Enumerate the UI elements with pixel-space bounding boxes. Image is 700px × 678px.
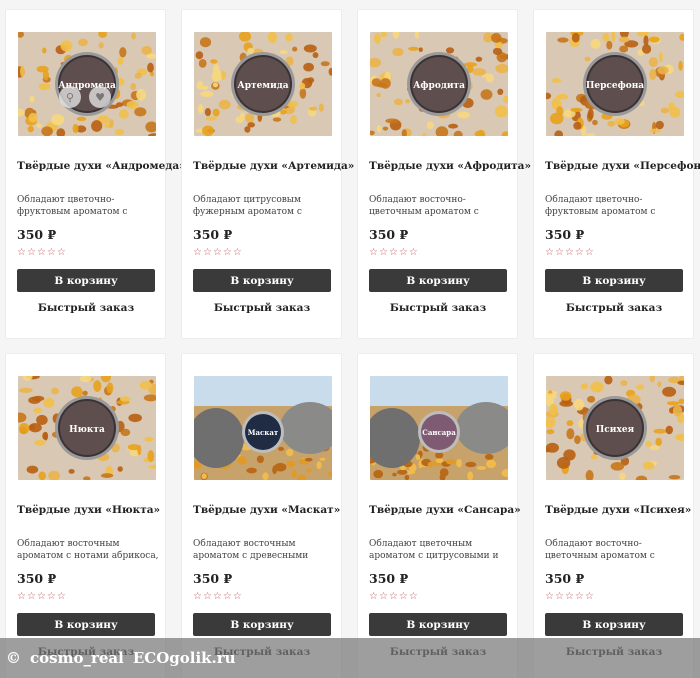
- add-to-cart-button[interactable]: В корзину: [17, 613, 155, 636]
- add-to-cart-button[interactable]: В корзину: [17, 269, 155, 292]
- product-card: Сансара Твёрдые духи «Сансара» Обладают …: [357, 353, 521, 678]
- product-grid: Андромеда ⚲ ♥ Твёрдые духи «Андромеда» О…: [5, 9, 700, 678]
- svg-text:Нюкта: Нюкта: [69, 425, 105, 435]
- product-description: Обладают цитрусовым фужерным ароматом с …: [193, 195, 302, 217]
- product-photo: Андромеда: [18, 32, 156, 136]
- quick-order-link[interactable]: Быстрый заказ: [17, 302, 155, 314]
- product-photo: Маскат: [194, 376, 332, 480]
- product-image[interactable]: Маскат: [194, 376, 332, 480]
- product-image[interactable]: Артемида: [194, 32, 332, 136]
- rating-stars: ☆☆☆☆☆: [17, 591, 67, 602]
- product-title[interactable]: Твёрдые духи «Афродита»: [369, 160, 531, 173]
- product-description: Обладают цветочным ароматом с цитрусовым…: [369, 539, 499, 561]
- product-title[interactable]: Твёрдые духи «Артемида»: [193, 160, 354, 173]
- rating-stars: ☆☆☆☆☆: [369, 591, 419, 602]
- quick-order-link[interactable]: Быстрый заказ: [369, 302, 507, 314]
- product-image[interactable]: Сансара: [370, 376, 508, 480]
- quick-order-link[interactable]: Быстрый заказ: [193, 302, 331, 314]
- product-photo: Афродита: [370, 32, 508, 136]
- product-price: 350 ₽: [17, 227, 57, 242]
- product-image[interactable]: Нюкта: [18, 376, 156, 480]
- product-image[interactable]: Афродита: [370, 32, 508, 136]
- product-card: Афродита Твёрдые духи «Афродита» Обладаю…: [357, 9, 531, 339]
- product-photo: Сансара: [370, 376, 508, 480]
- product-description: Обладают восточно-цветочным ароматом с: [369, 195, 479, 217]
- add-to-cart-button[interactable]: В корзину: [545, 269, 683, 292]
- product-price: 350 ₽: [369, 227, 409, 242]
- rating-stars: ☆☆☆☆☆: [193, 247, 243, 258]
- svg-text:Артемида: Артемида: [237, 81, 288, 91]
- product-description: Обладают восточно-цветочным ароматом с: [545, 539, 655, 561]
- rating-stars: ☆☆☆☆☆: [369, 247, 419, 258]
- product-photo: Психея: [546, 376, 684, 480]
- product-description: Обладают восточным ароматом с нотами абр…: [17, 539, 159, 561]
- product-price: 350 ₽: [193, 571, 233, 586]
- product-price: 350 ₽: [369, 571, 409, 586]
- watermark-site: ECOgolik.ru: [132, 649, 236, 667]
- svg-text:Персефона: Персефона: [586, 81, 644, 91]
- product-photo: Артемида: [194, 32, 332, 136]
- product-image[interactable]: Персефона: [546, 32, 684, 136]
- add-to-cart-button[interactable]: В корзину: [369, 613, 507, 636]
- svg-text:Маскат: Маскат: [248, 428, 279, 437]
- product-title[interactable]: Твёрдые духи «Нюкта»: [17, 504, 162, 517]
- product-description: Обладают цветочно-фруктовым ароматом с: [545, 195, 656, 217]
- rating-stars: ☆☆☆☆☆: [17, 247, 67, 258]
- product-title[interactable]: Твёрдые духи «Психея»: [545, 504, 691, 517]
- svg-text:Психея: Психея: [596, 425, 635, 435]
- product-card: Андромеда ⚲ ♥ Твёрдые духи «Андромеда» О…: [5, 9, 186, 339]
- add-to-cart-button[interactable]: В корзину: [193, 269, 331, 292]
- rating-stars: ☆☆☆☆☆: [193, 591, 243, 602]
- rating-stars: ☆☆☆☆☆: [545, 247, 595, 258]
- product-card: Маскат Твёрдые духи «Маскат» Обладают во…: [181, 353, 342, 678]
- product-card: Персефона Твёрдые духи «Персефона» Облад…: [533, 9, 700, 339]
- add-to-cart-button[interactable]: В корзину: [545, 613, 683, 636]
- product-photo: Нюкта: [18, 376, 156, 480]
- product-description: Обладают цветочно-фруктовым ароматом с: [17, 195, 128, 217]
- product-photo: Персефона: [546, 32, 684, 136]
- product-description: Обладают восточным ароматом с древесными: [193, 539, 309, 561]
- product-price: 350 ₽: [545, 227, 585, 242]
- product-card: Психея Твёрдые духи «Психея» Обладают во…: [533, 353, 694, 678]
- watermark-bar: © cosmo_real ECOgolik.ru: [0, 638, 700, 678]
- product-price: 350 ₽: [193, 227, 233, 242]
- add-to-cart-button[interactable]: В корзину: [193, 613, 331, 636]
- product-price: 350 ₽: [545, 571, 585, 586]
- product-image[interactable]: Андромеда: [18, 32, 156, 136]
- svg-text:Сансара: Сансара: [422, 428, 456, 437]
- product-card: Артемида Твёрдые духи «Артемида» Обладаю…: [181, 9, 354, 339]
- zoom-icon[interactable]: ⚲: [59, 86, 81, 108]
- svg-text:Афродита: Афродита: [413, 81, 465, 91]
- add-to-cart-button[interactable]: В корзину: [369, 269, 507, 292]
- rating-stars: ☆☆☆☆☆: [545, 591, 595, 602]
- product-title[interactable]: Твёрдые духи «Персефона»: [545, 160, 700, 173]
- product-title[interactable]: Твёрдые духи «Маскат»: [193, 504, 340, 517]
- product-card: Нюкта Твёрдые духи «Нюкта» Обладают вост…: [5, 353, 166, 678]
- product-image[interactable]: Психея: [546, 376, 684, 480]
- copyright-symbol: ©: [6, 649, 21, 667]
- watermark-user: cosmo_real: [30, 649, 124, 667]
- product-title[interactable]: Твёрдые духи «Сансара»: [369, 504, 521, 517]
- quick-order-link[interactable]: Быстрый заказ: [545, 302, 683, 314]
- product-title[interactable]: Твёрдые духи «Андромеда»: [17, 160, 186, 173]
- heart-icon[interactable]: ♥: [89, 86, 111, 108]
- product-price: 350 ₽: [17, 571, 57, 586]
